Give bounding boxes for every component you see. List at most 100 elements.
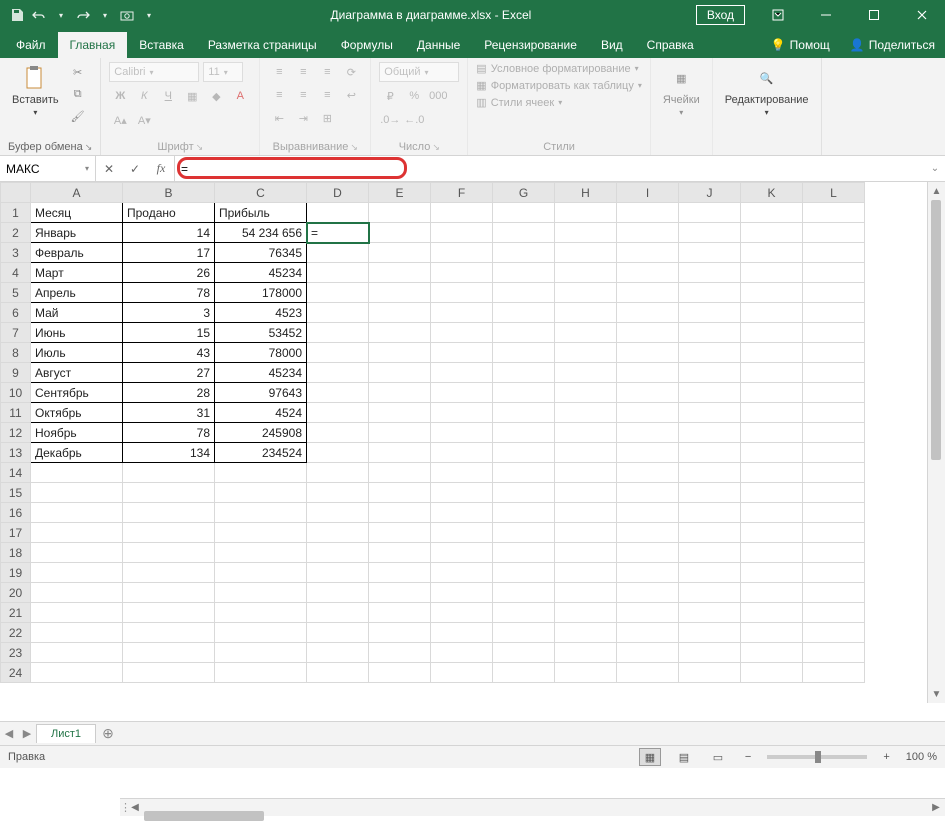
cell[interactable]	[431, 223, 493, 243]
cell[interactable]	[123, 483, 215, 503]
cell[interactable]	[123, 463, 215, 483]
cell[interactable]	[617, 323, 679, 343]
cell[interactable]	[803, 263, 865, 283]
cell[interactable]	[431, 203, 493, 223]
cell[interactable]	[617, 563, 679, 583]
cell[interactable]	[493, 443, 555, 463]
row-header[interactable]: 23	[1, 643, 31, 663]
view-normal-icon[interactable]: ▦	[639, 748, 661, 766]
cell[interactable]	[369, 243, 431, 263]
cell[interactable]	[679, 523, 741, 543]
tab-view[interactable]: Вид	[589, 32, 635, 58]
cell[interactable]	[307, 383, 369, 403]
cell[interactable]	[555, 663, 617, 683]
cell[interactable]	[617, 363, 679, 383]
cell[interactable]	[307, 443, 369, 463]
border-button[interactable]: ▦	[181, 86, 203, 106]
format-as-table-button[interactable]: ▦Форматировать как таблицу▾	[476, 79, 642, 92]
copy-icon[interactable]: ⧉	[67, 84, 89, 104]
cell[interactable]: 45234	[215, 363, 307, 383]
cell[interactable]	[555, 283, 617, 303]
cell[interactable]	[369, 403, 431, 423]
cell[interactable]	[431, 563, 493, 583]
cell[interactable]	[555, 463, 617, 483]
cell[interactable]	[307, 643, 369, 663]
cell[interactable]	[493, 463, 555, 483]
cell[interactable]	[555, 343, 617, 363]
cell[interactable]: 178000	[215, 283, 307, 303]
cell[interactable]	[307, 303, 369, 323]
cell[interactable]	[741, 303, 803, 323]
cell[interactable]	[493, 383, 555, 403]
cell[interactable]	[555, 603, 617, 623]
cell[interactable]	[431, 523, 493, 543]
cell[interactable]: 134	[123, 443, 215, 463]
minimize-button[interactable]	[803, 0, 849, 30]
align-bottom-icon[interactable]: ≡	[316, 62, 338, 82]
cell[interactable]	[679, 663, 741, 683]
cell[interactable]	[431, 323, 493, 343]
row-header[interactable]: 4	[1, 263, 31, 283]
close-button[interactable]	[899, 0, 945, 30]
cell[interactable]	[741, 523, 803, 543]
tab-review[interactable]: Рецензирование	[472, 32, 589, 58]
cells-button[interactable]: ▦Ячейки▾	[659, 62, 704, 119]
increase-decimal-icon[interactable]: .0→	[379, 110, 401, 130]
cell[interactable]: Февраль	[31, 243, 123, 263]
cell[interactable]	[307, 463, 369, 483]
fx-icon[interactable]: fx	[148, 156, 174, 181]
cell[interactable]	[741, 263, 803, 283]
cell[interactable]: Прибыль	[215, 203, 307, 223]
cell[interactable]: Май	[31, 303, 123, 323]
cell[interactable]	[617, 383, 679, 403]
cell[interactable]	[369, 283, 431, 303]
cell[interactable]	[31, 463, 123, 483]
cell[interactable]	[803, 483, 865, 503]
cell[interactable]	[431, 383, 493, 403]
cell[interactable]	[741, 343, 803, 363]
cell[interactable]	[493, 363, 555, 383]
cell[interactable]	[679, 563, 741, 583]
cell[interactable]	[31, 543, 123, 563]
cell[interactable]: Месяц	[31, 203, 123, 223]
cell[interactable]	[493, 483, 555, 503]
cell[interactable]	[741, 323, 803, 343]
cell[interactable]	[493, 563, 555, 583]
row-header[interactable]: 18	[1, 543, 31, 563]
scroll-right-icon[interactable]: ▶	[927, 799, 945, 816]
cell[interactable]	[431, 643, 493, 663]
cell[interactable]	[123, 603, 215, 623]
cell[interactable]	[215, 463, 307, 483]
cell[interactable]	[679, 443, 741, 463]
cell[interactable]	[307, 503, 369, 523]
cell[interactable]	[369, 263, 431, 283]
cell[interactable]	[307, 343, 369, 363]
cell[interactable]	[741, 283, 803, 303]
cell[interactable]	[741, 543, 803, 563]
cell[interactable]	[803, 343, 865, 363]
cell[interactable]: 28	[123, 383, 215, 403]
dialog-launcher-icon[interactable]: ↘	[196, 142, 204, 153]
cell[interactable]	[555, 303, 617, 323]
add-sheet-icon[interactable]: ⊕	[96, 722, 120, 745]
cell[interactable]	[307, 543, 369, 563]
font-color-button[interactable]: A	[229, 86, 251, 106]
cell[interactable]	[31, 583, 123, 603]
row-header[interactable]: 22	[1, 623, 31, 643]
cell[interactable]	[307, 423, 369, 443]
cell[interactable]	[369, 443, 431, 463]
cell[interactable]	[679, 263, 741, 283]
cell[interactable]	[123, 663, 215, 683]
row-header[interactable]: 14	[1, 463, 31, 483]
cell[interactable]	[123, 563, 215, 583]
cell[interactable]	[679, 503, 741, 523]
cell[interactable]	[555, 443, 617, 463]
cell[interactable]	[803, 363, 865, 383]
cell[interactable]	[617, 303, 679, 323]
cell[interactable]	[307, 663, 369, 683]
cell[interactable]: =	[307, 223, 369, 243]
select-all-corner[interactable]	[1, 183, 31, 203]
fill-color-button[interactable]: ◆	[205, 86, 227, 106]
cell[interactable]	[369, 583, 431, 603]
col-header[interactable]: K	[741, 183, 803, 203]
